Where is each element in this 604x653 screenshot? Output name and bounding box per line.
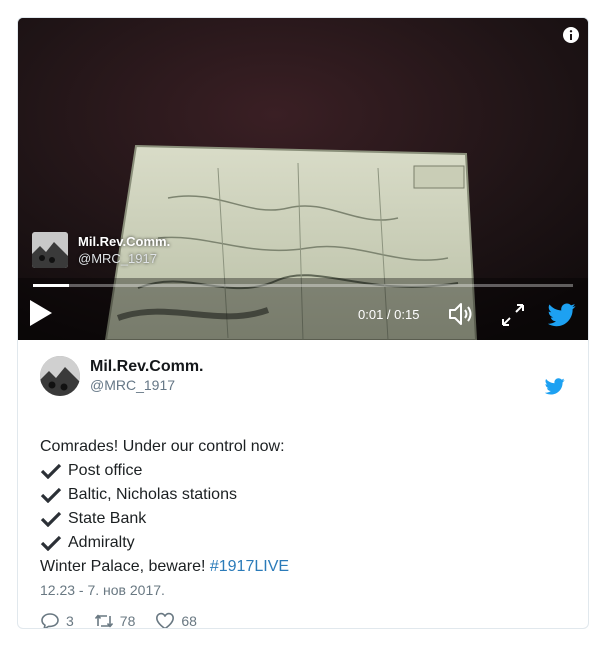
- checkmark-icon: [40, 535, 62, 551]
- retweet-button[interactable]: 78: [94, 612, 136, 629]
- hashtag-link[interactable]: #1917LIVE: [210, 555, 289, 579]
- twitter-bird-icon[interactable]: [545, 378, 565, 395]
- reply-button[interactable]: 3: [40, 612, 74, 629]
- heart-icon: [156, 612, 175, 628]
- video-author-handle[interactable]: @MRC_1917: [78, 250, 170, 267]
- info-icon[interactable]: [562, 26, 580, 44]
- twitter-bird-icon[interactable]: [548, 303, 576, 327]
- checklist-item-label: Baltic, Nicholas stations: [68, 486, 237, 503]
- reply-icon: [41, 613, 59, 628]
- video-time-readout: 0:01 / 0:15: [358, 307, 420, 322]
- embedded-tweet-card: Mil.Rev.Comm. @MRC_1917 0:01 / 0:15 Mil.…: [17, 17, 589, 629]
- tweet-timestamp[interactable]: 12.23 - 7. нов 2017.: [40, 582, 165, 598]
- tweet-closing: Winter Palace, beware! #1917LIVE: [40, 555, 289, 579]
- reply-count: 3: [66, 613, 74, 629]
- tweet-intro: Comrades! Under our control now:: [40, 438, 285, 455]
- checkmark-icon: [40, 487, 62, 503]
- checklist-item: Baltic, Nicholas stations: [40, 483, 289, 507]
- checklist-item-label: State Bank: [68, 510, 147, 527]
- expand-icon[interactable]: [500, 302, 526, 328]
- volume-icon[interactable]: [448, 301, 476, 327]
- video-author-avatar[interactable]: [32, 232, 68, 268]
- checklist-item-label: Post office: [68, 462, 143, 479]
- tweet-text: Comrades! Under our control now: Post of…: [40, 435, 289, 579]
- retweet-count: 78: [119, 613, 136, 629]
- play-icon[interactable]: [28, 298, 54, 328]
- video-author-name[interactable]: Mil.Rev.Comm.: [78, 233, 170, 250]
- checkmark-icon: [40, 463, 62, 479]
- checklist-item: State Bank: [40, 507, 289, 531]
- checkmark-icon: [40, 511, 62, 527]
- like-count: 68: [181, 613, 197, 629]
- tweet-closing-text: Winter Palace, beware!: [40, 558, 210, 575]
- video-progress-bar[interactable]: [33, 284, 573, 287]
- tweet-author-avatar[interactable]: [40, 356, 80, 396]
- tweet-author-name[interactable]: Mil.Rev.Comm.: [90, 357, 204, 376]
- checklist-item-label: Admiralty: [68, 534, 135, 551]
- video-player[interactable]: Mil.Rev.Comm. @MRC_1917 0:01 / 0:15: [18, 18, 588, 340]
- tweet-actions: 3 78 68: [40, 612, 217, 629]
- checklist-item: Post office: [40, 459, 289, 483]
- video-controls: 0:01 / 0:15: [18, 294, 588, 334]
- tweet-author-handle[interactable]: @MRC_1917: [90, 376, 204, 395]
- retweet-icon: [94, 614, 113, 628]
- checklist-item: Admiralty: [40, 531, 289, 555]
- video-author[interactable]: Mil.Rev.Comm. @MRC_1917: [32, 232, 170, 268]
- like-button[interactable]: 68: [155, 612, 197, 629]
- video-frame-map-image: [18, 18, 588, 340]
- tweet-author[interactable]: Mil.Rev.Comm. @MRC_1917: [40, 356, 204, 396]
- video-progress-fill: [33, 284, 69, 287]
